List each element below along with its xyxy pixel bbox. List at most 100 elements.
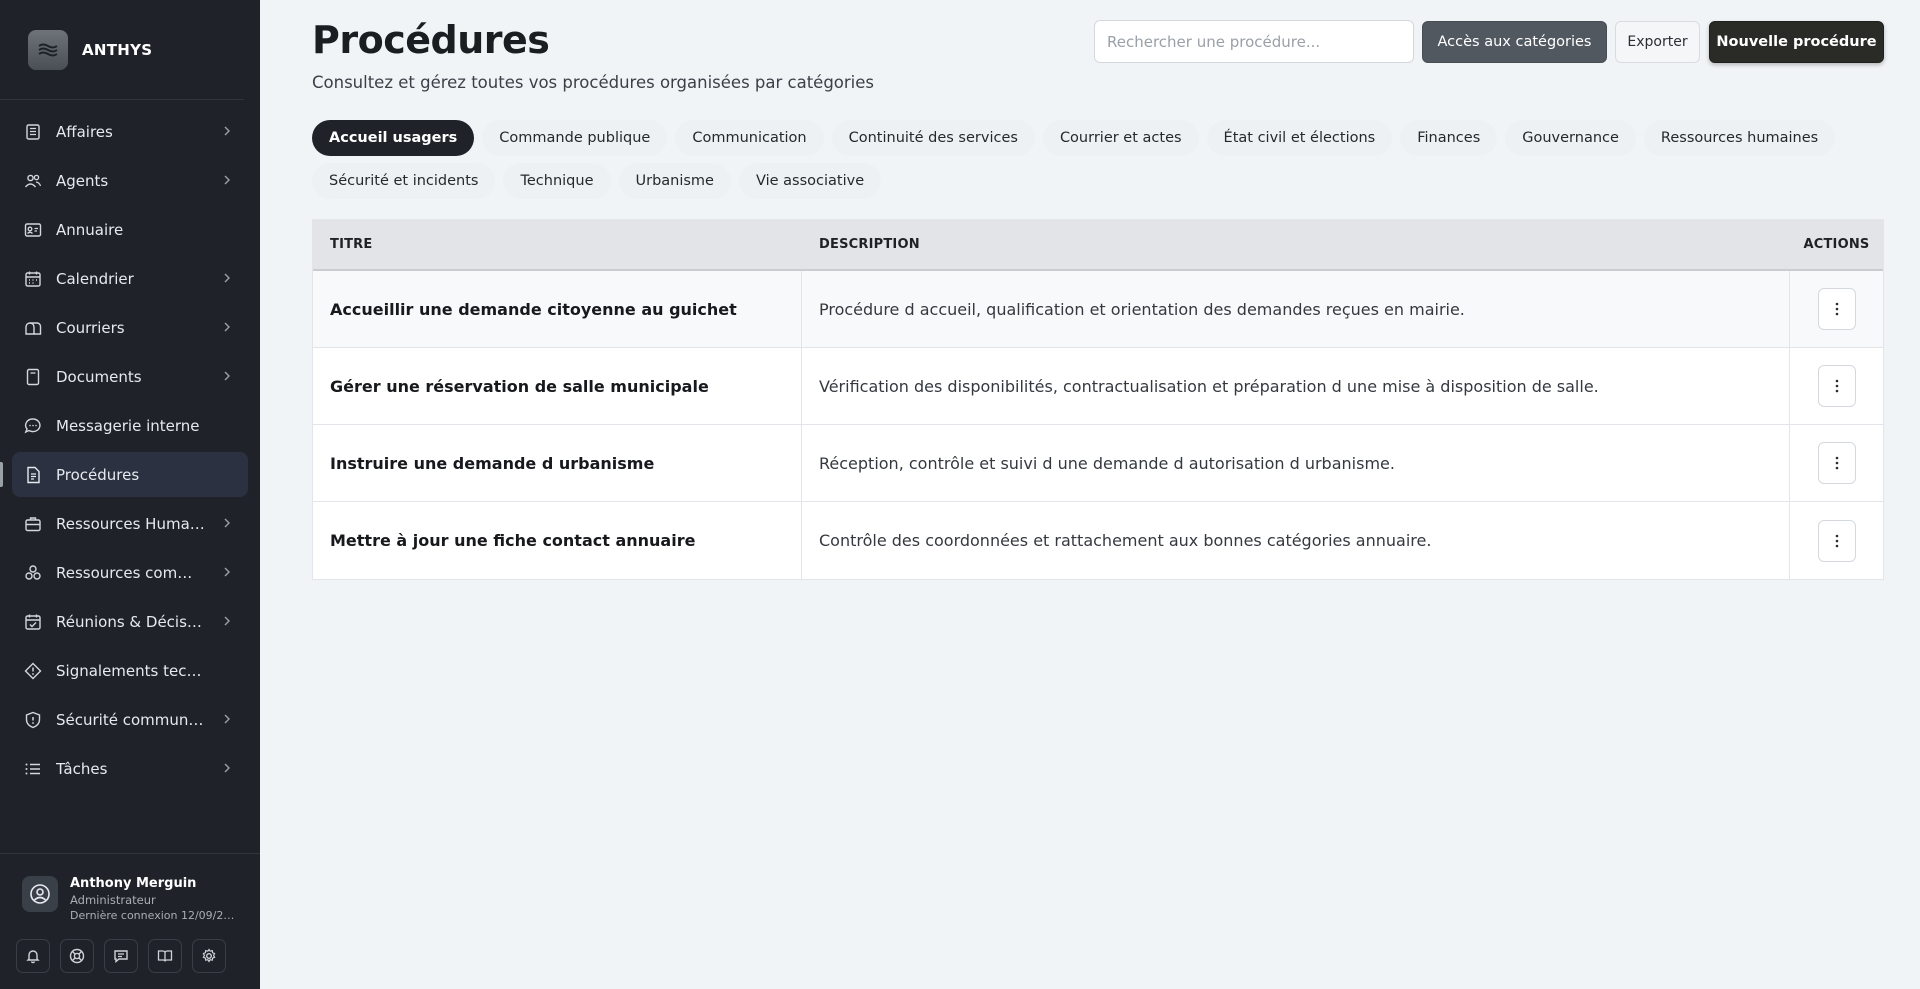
sidebar-item-ressources-communales[interactable]: Ressources communales [12,550,248,595]
tab-commande-publique[interactable]: Commande publique [482,120,668,156]
tab-etat-civil-et-elections[interactable]: État civil et élections [1206,120,1393,156]
sidebar-footer: Anthony Merguin Administrateur Dernière … [0,853,260,989]
table-header: TITRE DESCRIPTION ACTIONS [313,220,1883,271]
column-header-title[interactable]: TITRE [313,220,802,269]
tab-continuite-des-services[interactable]: Continuité des services [831,120,1035,156]
notifications-button[interactable] [16,939,50,973]
tab-gouvernance[interactable]: Gouvernance [1505,120,1636,156]
sidebar-item-label: Courriers [56,318,125,337]
row-actions-button[interactable] [1817,288,1856,330]
lifebuoy-icon [69,948,85,964]
table-row[interactable]: Gérer une réservation de salle municipal… [313,348,1883,425]
sidebar-item-label: Messagerie interne [56,416,200,435]
table-body: Accueillir une demande citoyenne au guic… [313,271,1883,579]
bell-icon [26,950,40,964]
search-input[interactable] [1094,20,1414,63]
actions-cell [1790,502,1883,579]
tab-courrier-et-actes[interactable]: Courrier et actes [1042,120,1199,156]
sidebar-item-procedures[interactable]: Procédures [0,452,248,497]
row-actions-button[interactable] [1817,519,1856,562]
calendar-check-icon [24,613,42,631]
table-row[interactable]: Mettre à jour une fiche contact annuaire… [313,502,1883,579]
tab-ressources-humaines[interactable]: Ressources humaines [1643,120,1836,156]
sidebar-item-label: Calendrier [56,269,134,288]
tab-accueil-usagers[interactable]: Accueil usagers [312,120,475,156]
sidebar-item-agents[interactable]: Agents [12,158,248,203]
sidebar-item-securite-communale[interactable]: Sécurité communale [12,697,248,742]
shield-icon [24,711,42,729]
sidebar-item-label: Agents [56,171,109,190]
procedure-description: Réception, contrôle et suivi d une deman… [802,425,1790,501]
sidebar-item-calendrier[interactable]: Calendrier [12,256,248,301]
column-header-description[interactable]: DESCRIPTION [802,220,1790,269]
sidebar-item-label: Tâches [56,759,108,778]
export-button[interactable]: Exporter [1615,21,1700,63]
procedure-title[interactable]: Mettre à jour une fiche contact annuaire [313,502,802,579]
sidebar-item-documents[interactable]: Documents [12,354,248,399]
calendar-icon [24,270,42,288]
sidebar-item-label: Annuaire [56,220,124,239]
sidebar-item-reunions-decisions[interactable]: Réunions & Décisions [12,599,248,644]
more-vertical-icon [1835,302,1838,316]
more-vertical-icon [1835,379,1838,393]
sidebar-item-label: Documents [56,367,142,386]
sidebar-item-annuaire[interactable]: Annuaire [12,207,248,252]
user-profile[interactable]: Anthony Merguin Administrateur Dernière … [22,876,235,922]
user-role: Administrateur [70,893,156,907]
chevron-right-icon [224,273,230,283]
sidebar-item-affaires[interactable]: Affaires [12,109,248,154]
chevron-right-icon [224,175,230,185]
book-icon [157,950,173,962]
sidebar-item-signalements-techniques[interactable]: Signalements techniques [12,648,248,693]
settings-button[interactable] [192,939,226,973]
tab-vie-associative[interactable]: Vie associative [738,163,882,199]
categories-button[interactable]: Accès aux catégories [1422,21,1607,63]
procedures-table: TITRE DESCRIPTION ACTIONS Accueillir une… [312,219,1884,580]
sidebar-item-label: Réunions & Décisions [56,612,206,631]
table-row[interactable]: Accueillir une demande citoyenne au guic… [313,271,1883,348]
tab-urbanisme[interactable]: Urbanisme [618,163,731,199]
chevron-right-icon [224,616,230,626]
more-vertical-icon [1835,534,1838,547]
actions-cell [1790,425,1883,501]
actions-cell [1790,271,1883,347]
category-tabs: Accueil usagers Commande publique Communic… [312,120,1884,199]
brand[interactable]: ANTHYS [0,0,244,100]
document-icon [24,368,42,386]
procedure-title[interactable]: Accueillir une demande citoyenne au guic… [313,271,802,347]
tab-securite-et-incidents[interactable]: Sécurité et incidents [312,163,496,199]
chat-bubble-icon [24,417,42,435]
new-procedure-button[interactable]: Nouvelle procédure [1709,21,1884,63]
sidebar-item-label: Procédures [56,465,140,484]
sidebar: ANTHYS Affaires Agents Annuaire Calendrier C… [0,0,260,989]
chevron-right-icon [224,714,230,724]
sidebar-nav: Affaires Agents Annuaire Calendrier Courrier… [0,109,248,795]
chevron-right-icon [224,126,230,136]
messages-button[interactable] [104,939,138,973]
row-actions-button[interactable] [1817,365,1856,407]
sidebar-item-courriers[interactable]: Courriers [12,305,248,350]
procedure-title[interactable]: Gérer une réservation de salle municipal… [313,348,802,424]
tab-communication[interactable]: Communication [675,120,824,156]
row-actions-button[interactable] [1817,442,1856,484]
building-icon [24,123,42,141]
docs-button[interactable] [148,939,182,973]
table-row[interactable]: Instruire une demande d urbanisme Récepti… [313,425,1883,502]
page-title: Procédures [312,18,550,62]
tab-finances[interactable]: Finances [1400,120,1498,156]
help-button[interactable] [60,939,94,973]
app-name: ANTHYS [82,40,153,59]
avatar [22,876,58,912]
sidebar-item-ressources-humaines[interactable]: Ressources Humaines [12,501,248,546]
gear-icon [202,948,216,963]
procedure-title[interactable]: Instruire une demande d urbanisme [313,425,802,501]
sidebar-item-messagerie-interne[interactable]: Messagerie interne [12,403,248,448]
sidebar-item-label: Signalements techniques [56,661,206,680]
procedure-file-icon [24,466,42,484]
column-header-actions: ACTIONS [1803,237,1870,252]
sidebar-item-taches[interactable]: Tâches [12,746,248,791]
procedure-description: Contrôle des coordonnées et rattachement… [802,502,1790,579]
chevron-right-icon [224,763,230,773]
actions-cell [1790,348,1883,424]
tab-technique[interactable]: Technique [503,163,611,199]
